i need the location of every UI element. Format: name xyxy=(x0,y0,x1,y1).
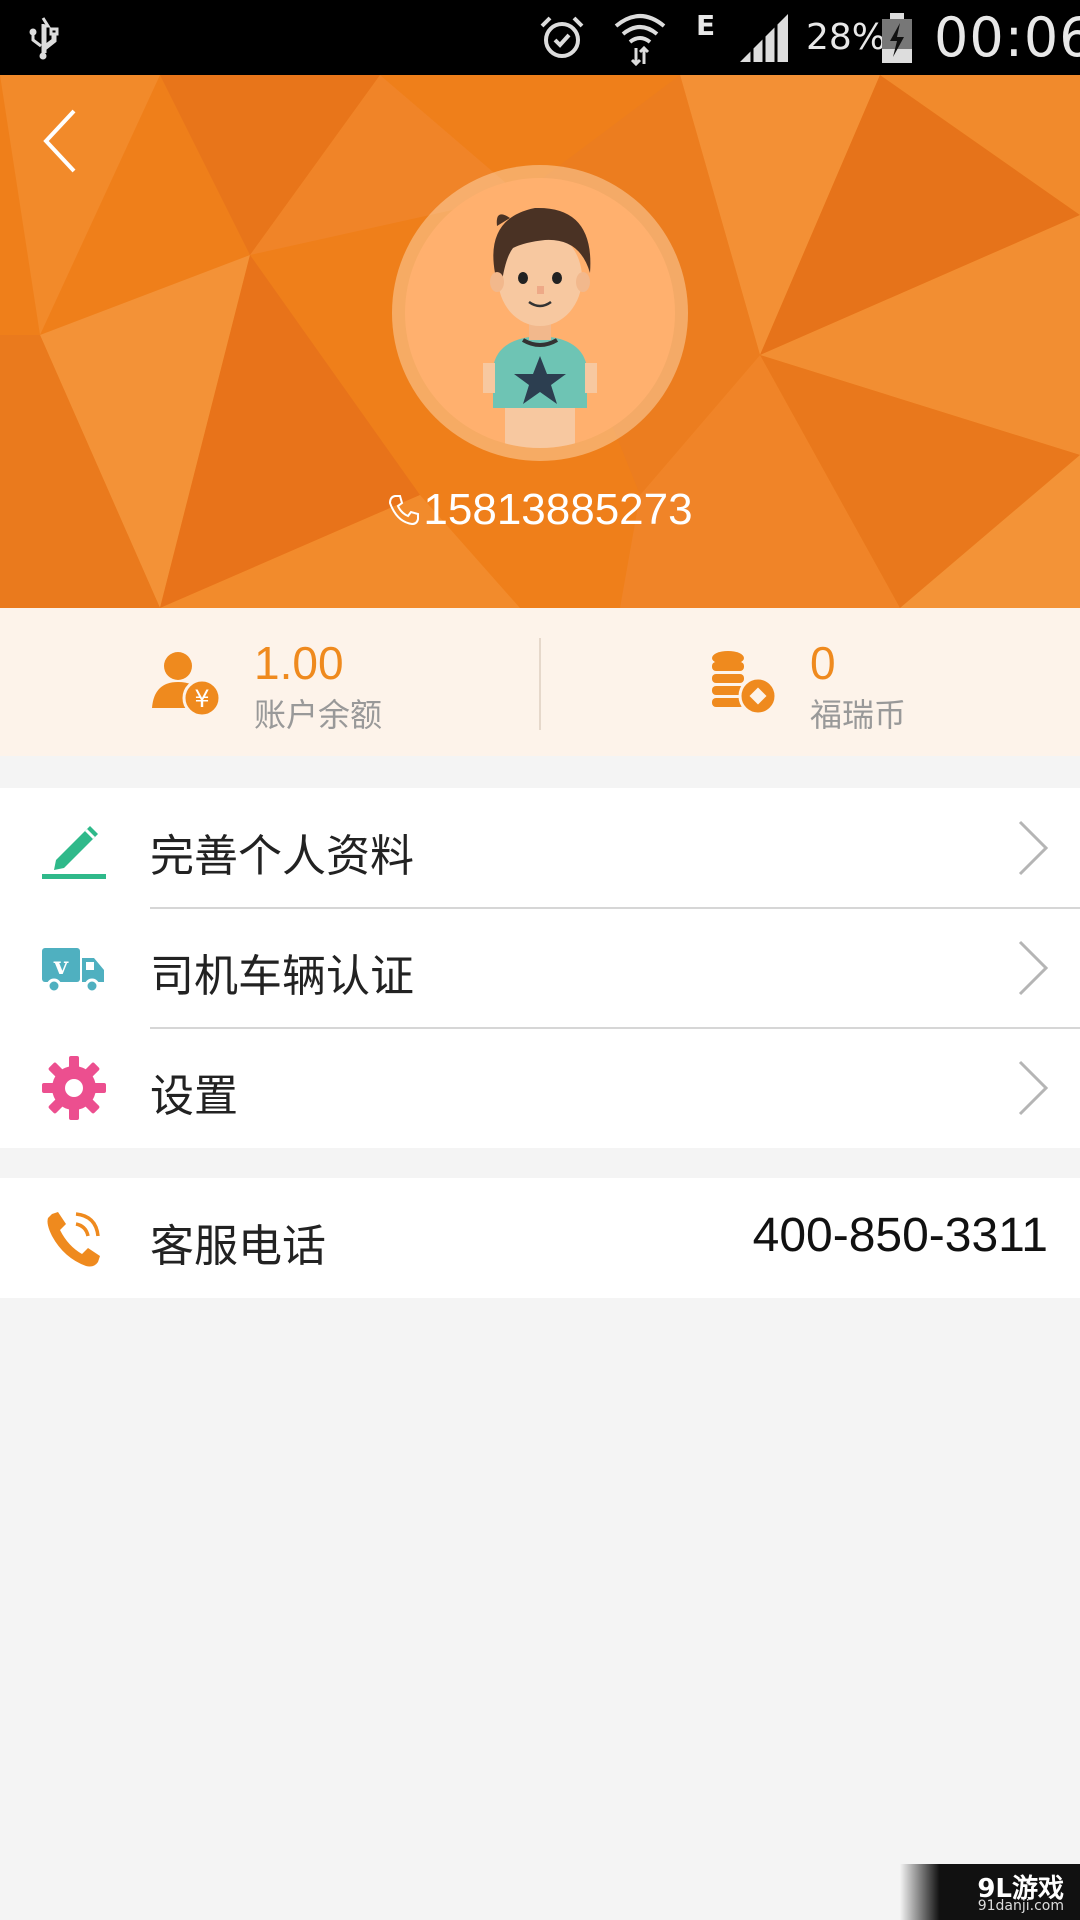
phone-icon xyxy=(389,495,420,526)
coin-value: 0 xyxy=(810,637,836,689)
customer-service-row[interactable]: 客服电话 400-850-3311 xyxy=(0,1178,1080,1298)
watermark-site: 91danji.com xyxy=(977,1898,1064,1914)
back-button[interactable] xyxy=(36,101,86,181)
gear-icon xyxy=(42,1056,106,1120)
chevron-right-icon xyxy=(1018,1060,1049,1116)
balance-label: 账户余额 xyxy=(254,696,383,734)
profile-header: 15813885273 xyxy=(0,75,1080,608)
balance-value: 1.00 xyxy=(254,637,344,689)
menu-item-profile[interactable]: 完善个人资料 xyxy=(0,788,1080,908)
user-phone-row: 15813885273 xyxy=(0,475,1080,545)
balance-icon: ¥ xyxy=(152,652,222,718)
customer-service-phone[interactable]: 400-850-3311 xyxy=(753,1208,1048,1263)
menu-item-label: 司机车辆认证 xyxy=(150,951,414,1002)
network-type: E xyxy=(696,8,716,42)
usb-icon xyxy=(26,0,60,75)
status-bar: E 28% 00:06 xyxy=(0,0,1080,75)
svg-text:¥: ¥ xyxy=(194,685,209,713)
menu-item-settings[interactable]: 设置 xyxy=(0,1028,1080,1148)
menu-item-driver-verification[interactable]: v 司机车辆认证 xyxy=(0,908,1080,1028)
alarm-icon xyxy=(538,0,586,75)
avatar-image xyxy=(405,178,675,448)
stats-divider xyxy=(539,638,541,730)
battery-icon xyxy=(880,0,914,75)
svg-text:v: v xyxy=(53,951,69,980)
account-stats: ¥ 1.00 账户余额 0 福瑞币 xyxy=(0,608,1080,756)
pencil-icon xyxy=(42,826,106,879)
phone-call-icon xyxy=(47,1212,100,1267)
truck-icon: v xyxy=(42,948,104,994)
menu-item-label: 设置 xyxy=(150,1071,238,1122)
chevron-right-icon xyxy=(1018,940,1049,996)
avatar[interactable] xyxy=(392,165,688,461)
chevron-right-icon xyxy=(1018,820,1049,876)
coin-label: 福瑞币 xyxy=(810,696,907,734)
menu-item-label: 完善个人资料 xyxy=(150,831,414,882)
user-phone-number: 15813885273 xyxy=(423,485,693,534)
chevron-left-icon xyxy=(43,109,76,173)
signal-icon xyxy=(738,0,792,75)
wifi-icon xyxy=(612,0,668,75)
customer-service-label: 客服电话 xyxy=(150,1221,326,1272)
battery-percent: 28% xyxy=(806,17,887,58)
coins-icon xyxy=(712,651,778,716)
coin-stat[interactable]: 0 福瑞币 xyxy=(706,608,1006,756)
watermark: 9L游戏 91danji.com xyxy=(900,1864,1080,1920)
balance-stat[interactable]: ¥ 1.00 账户余额 xyxy=(150,608,450,756)
clock-time: 00:06 xyxy=(934,6,1080,69)
menu-list: 完善个人资料 v 司机车辆认证 设置 xyxy=(0,788,1080,1148)
